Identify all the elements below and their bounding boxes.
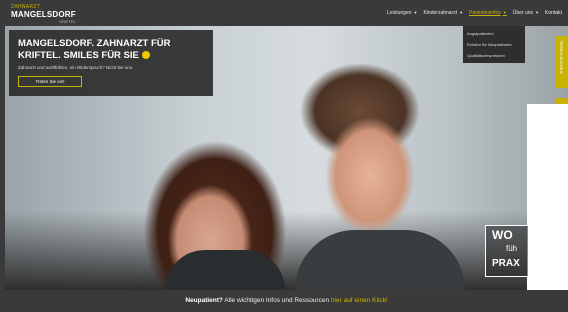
logo-name: MANGELSDORF xyxy=(11,10,76,19)
nav-label: Leistungen xyxy=(387,10,412,16)
logo-tiny-text: KRIFTEL xyxy=(59,19,76,24)
dropdown-item-qualitaet[interactable]: Qualitätsversprechen xyxy=(463,50,525,61)
promo-box[interactable]: WO füh PRAX xyxy=(485,225,529,277)
nav-label: Patienteninfos xyxy=(469,10,501,16)
enter-button[interactable]: Treten Sie ein! xyxy=(18,76,82,87)
book-appointment-tab[interactable]: TERMIN BUCHEN xyxy=(555,36,568,88)
hero-person-shirt xyxy=(165,250,285,290)
chevron-down-icon: ▼ xyxy=(535,10,540,15)
dropdown-item-neupatienten[interactable]: Extrafor für Neupatienten xyxy=(463,39,525,50)
nav-item-leistungen[interactable]: Leistungen ▼ xyxy=(387,10,417,16)
patienteninfos-dropdown: Angstpatienten Extrafor für Neupatienten… xyxy=(463,26,525,63)
nav-item-ueber-uns[interactable]: Über uns ▼ xyxy=(513,10,539,16)
promo-line-1: WO xyxy=(492,228,513,242)
promo-line-2: füh xyxy=(506,244,518,253)
side-panel xyxy=(527,104,568,292)
top-nav: ZAHNARZT MANGELSDORF KRIFTEL Leistungen ▼… xyxy=(5,0,568,26)
new-patient-label: Neupatient? xyxy=(185,297,223,304)
chevron-down-icon: ▼ xyxy=(502,10,507,15)
new-patient-link[interactable]: hier auf einen Klick! xyxy=(331,297,388,304)
chevron-down-icon: ▼ xyxy=(413,10,418,15)
smiley-icon xyxy=(141,51,150,60)
hero-headline-box: MANGELSDORF. ZAHNARZT FÜR KRIFTEL. SMILE… xyxy=(9,30,213,96)
logo[interactable]: ZAHNARZT MANGELSDORF KRIFTEL xyxy=(11,4,76,24)
nav-label: Über uns xyxy=(512,10,534,16)
hero-subtitle: Zahnarzt und wohlfühlen, ein Widerspruch… xyxy=(18,65,134,70)
nav-label: Kontakt xyxy=(545,10,562,16)
promo-line-3: PRAX xyxy=(492,258,520,269)
new-patient-text: Alle wichtigen Infos und Ressourcen xyxy=(222,297,331,304)
page: ZAHNARZT MANGELSDORF KRIFTEL Leistungen ▼… xyxy=(5,0,568,312)
book-appointment-label: TERMIN BUCHEN xyxy=(559,40,564,74)
nav-item-kinderzahnarzt[interactable]: Kinderzahnarzt ▼ xyxy=(423,10,463,16)
main-menu: Leistungen ▼ Kinderzahnarzt ▼ Patienteninf… xyxy=(387,10,562,16)
hero-headline: MANGELSDORF. ZAHNARZT FÜR KRIFTEL. SMILE… xyxy=(18,38,208,62)
dropdown-item-angstpatienten[interactable]: Angstpatienten xyxy=(463,28,525,39)
nav-label: Kinderzahnarzt xyxy=(423,10,458,16)
nav-item-patienteninfos[interactable]: Patienteninfos ▼ xyxy=(469,10,507,16)
chevron-down-icon: ▼ xyxy=(459,10,464,15)
new-patient-bar: Neupatient? Alle wichtigen Infos und Res… xyxy=(5,290,568,312)
nav-item-kontakt[interactable]: Kontakt xyxy=(545,10,562,16)
